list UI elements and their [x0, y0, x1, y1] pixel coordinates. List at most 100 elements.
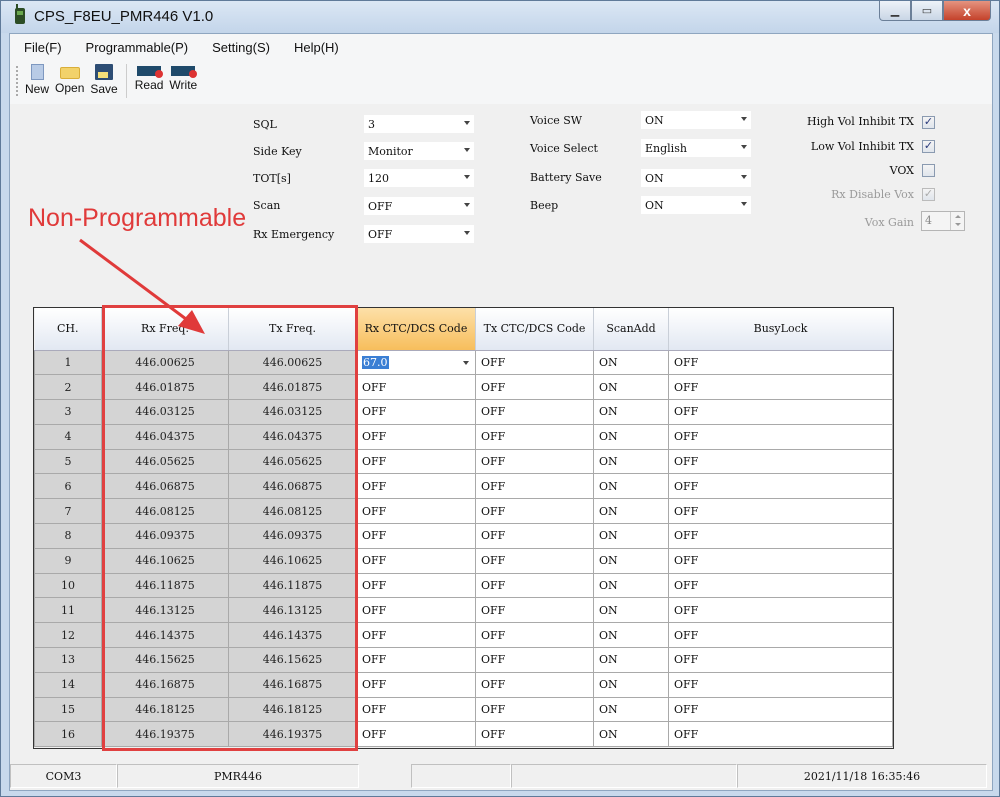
cell-busylock[interactable]: OFF [668, 423, 893, 450]
cell-rx-ctcdcs[interactable]: OFF [356, 547, 476, 574]
cell-rx-ctcdcs[interactable]: OFF [356, 448, 476, 475]
save-button[interactable]: Save [90, 60, 118, 96]
col-header-scanadd[interactable]: ScanAdd [593, 308, 669, 351]
cell-scanadd[interactable]: ON [593, 448, 669, 475]
cell-scanadd[interactable]: ON [593, 473, 669, 500]
cell-scanadd[interactable]: ON [593, 721, 669, 748]
col-header-rx-freq[interactable]: Rx Freq. [101, 308, 229, 351]
cell-busylock[interactable]: OFF [668, 349, 893, 376]
battery-save-select[interactable]: ON [640, 168, 752, 188]
col-header-tx-ctcdcs[interactable]: Tx CTC/DCS Code [475, 308, 594, 351]
cell-rx-ctcdcs[interactable]: OFF [356, 423, 476, 450]
cell-rx-ctcdcs[interactable]: OFF [356, 721, 476, 748]
cell-tx-ctcdcs[interactable]: OFF [475, 622, 594, 649]
cell-scanadd[interactable]: ON [593, 349, 669, 376]
beep-select[interactable]: ON [640, 195, 752, 215]
cell-rx-ctcdcs[interactable]: OFF [356, 498, 476, 525]
write-button[interactable]: Write [169, 60, 198, 92]
open-button[interactable]: Open [55, 60, 84, 95]
cell-tx-ctcdcs[interactable]: OFF [475, 374, 594, 401]
cell-busylock[interactable]: OFF [668, 374, 893, 401]
col-header-tx-freq[interactable]: Tx Freq. [228, 308, 357, 351]
cell-busylock[interactable]: OFF [668, 399, 893, 425]
cell-busylock[interactable]: OFF [668, 671, 893, 698]
scan-select[interactable]: OFF [363, 196, 475, 216]
cell-tx-ctcdcs[interactable]: OFF [475, 523, 594, 549]
toolbar-grip[interactable] [16, 66, 19, 96]
cell-busylock[interactable]: OFF [668, 473, 893, 500]
cell-scanadd[interactable]: ON [593, 671, 669, 698]
cell-rx-ctcdcs[interactable]: OFF [356, 399, 476, 425]
cell-scanadd[interactable]: ON [593, 523, 669, 549]
cell-rx-ctcdcs[interactable]: OFF [356, 374, 476, 401]
cell-scanadd[interactable]: ON [593, 498, 669, 525]
cell-tx-ctcdcs[interactable]: OFF [475, 547, 594, 574]
close-button[interactable]: x [943, 1, 991, 21]
sql-select[interactable]: 3 [363, 114, 475, 134]
cell-tx-ctcdcs[interactable]: OFF [475, 498, 594, 525]
title-bar[interactable]: CPS_F8EU_PMR446 V1.0 ▁ ▭ x [1, 1, 999, 33]
tot-select[interactable]: 120 [363, 168, 475, 188]
cell-tx-ctcdcs[interactable]: OFF [475, 423, 594, 450]
minimize-button[interactable]: ▁ [879, 1, 911, 21]
cell-rx-ctcdcs[interactable]: OFF [356, 523, 476, 549]
cell-tx-ctcdcs[interactable]: OFF [475, 597, 594, 624]
cell-tx-ctcdcs[interactable]: OFF [475, 572, 594, 599]
col-header-rx-ctcdcs[interactable]: Rx CTC/DCS Code [356, 308, 476, 351]
menu-help[interactable]: Help(H) [294, 40, 339, 55]
cell-scanadd[interactable]: ON [593, 597, 669, 624]
cell-busylock[interactable]: OFF [668, 572, 893, 599]
cell-rx-ctcdcs[interactable]: OFF [356, 473, 476, 500]
cell-busylock[interactable]: OFF [668, 523, 893, 549]
cell-tx-ctcdcs[interactable]: OFF [475, 696, 594, 723]
cell-scanadd[interactable]: ON [593, 696, 669, 723]
cell-rx-ctcdcs[interactable]: OFF [356, 647, 476, 673]
cell-busylock[interactable]: OFF [668, 647, 893, 673]
cell-busylock[interactable]: OFF [668, 597, 893, 624]
maximize-button[interactable]: ▭ [911, 1, 943, 21]
cell-scanadd[interactable]: ON [593, 622, 669, 649]
side-key-select[interactable]: Monitor [363, 141, 475, 161]
cell-scanadd[interactable]: ON [593, 572, 669, 599]
cell-scanadd[interactable]: ON [593, 547, 669, 574]
voice-select-select[interactable]: English [640, 138, 752, 158]
rx-emergency-select[interactable]: OFF [363, 224, 475, 244]
selected-cell-value[interactable]: 67.0 [362, 355, 389, 369]
vox-checkbox[interactable] [922, 164, 935, 177]
low-vol-inhibit-checkbox[interactable]: ✓ [922, 140, 935, 153]
cell-tx-ctcdcs[interactable]: OFF [475, 349, 594, 376]
menu-setting[interactable]: Setting(S) [212, 40, 270, 55]
cell-rx-ctcdcs[interactable]: 67.0 [356, 349, 476, 376]
cell-rx-ctcdcs[interactable]: OFF [356, 696, 476, 723]
cell-rx-ctcdcs[interactable]: OFF [356, 622, 476, 649]
cell-busylock[interactable]: OFF [668, 696, 893, 723]
cell-tx-ctcdcs[interactable]: OFF [475, 399, 594, 425]
cell-busylock[interactable]: OFF [668, 622, 893, 649]
cell-rx-ctcdcs[interactable]: OFF [356, 671, 476, 698]
cell-busylock[interactable]: OFF [668, 721, 893, 748]
cell-busylock[interactable]: OFF [668, 547, 893, 574]
chevron-down-icon [464, 175, 470, 179]
menu-file[interactable]: File(F) [24, 40, 62, 55]
cell-tx-ctcdcs[interactable]: OFF [475, 647, 594, 673]
cell-tx-ctcdcs[interactable]: OFF [475, 671, 594, 698]
voice-sw-select[interactable]: ON [640, 110, 752, 130]
menu-programmable[interactable]: Programmable(P) [86, 40, 189, 55]
col-header-busylock[interactable]: BusyLock [668, 308, 893, 351]
chevron-down-icon[interactable] [463, 360, 469, 365]
cell-busylock[interactable]: OFF [668, 498, 893, 525]
high-vol-inhibit-checkbox[interactable]: ✓ [922, 116, 935, 129]
col-header-ch[interactable]: CH. [34, 308, 102, 351]
read-button[interactable]: Read [135, 60, 163, 92]
cell-scanadd[interactable]: ON [593, 647, 669, 673]
cell-tx-ctcdcs[interactable]: OFF [475, 448, 594, 475]
cell-tx-ctcdcs[interactable]: OFF [475, 473, 594, 500]
new-button[interactable]: New [25, 60, 49, 96]
cell-scanadd[interactable]: ON [593, 399, 669, 425]
cell-rx-ctcdcs[interactable]: OFF [356, 572, 476, 599]
cell-scanadd[interactable]: ON [593, 423, 669, 450]
cell-tx-ctcdcs[interactable]: OFF [475, 721, 594, 748]
cell-busylock[interactable]: OFF [668, 448, 893, 475]
cell-scanadd[interactable]: ON [593, 374, 669, 401]
cell-rx-ctcdcs[interactable]: OFF [356, 597, 476, 624]
